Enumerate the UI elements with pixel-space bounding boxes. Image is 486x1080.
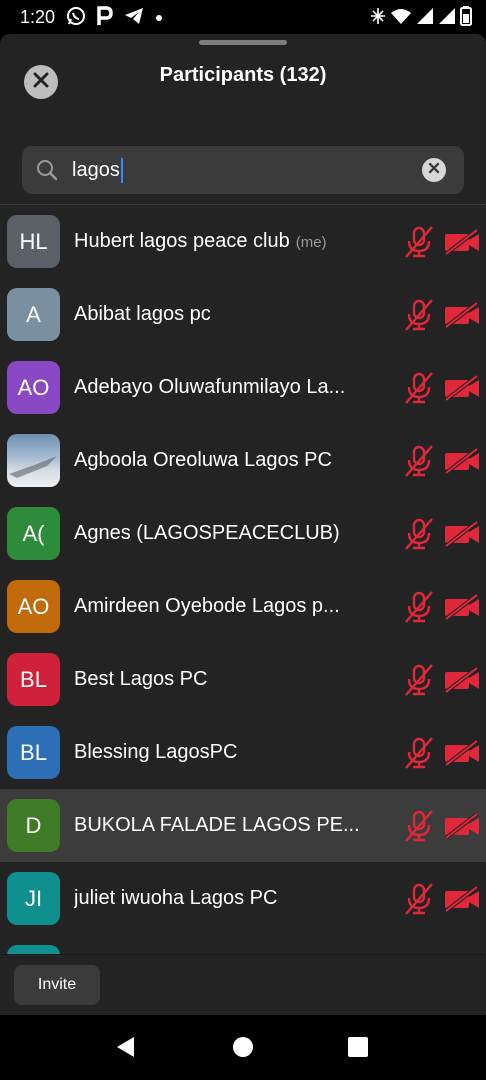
mic-muted-icon[interactable] [402, 663, 436, 697]
participant-name-text: Best Lagos PC [74, 668, 208, 690]
search-input[interactable]: lagos [72, 146, 402, 194]
video-off-icon[interactable] [444, 594, 480, 620]
avatar: D [7, 799, 60, 852]
participant-name: BUKOLA FALADE LAGOS PE... [74, 789, 360, 862]
participant-row[interactable]: AO Adebayo Oluwafunmilayo La... [0, 351, 486, 424]
mic-muted-icon[interactable] [402, 809, 436, 843]
participant-name: Hubert lagos peace club (me) [74, 205, 327, 278]
me-tag: (me) [295, 234, 327, 251]
p-app-icon [96, 6, 114, 31]
avatar: HL [7, 215, 60, 268]
back-icon[interactable] [114, 1035, 136, 1064]
alarm-icon [370, 7, 386, 30]
recents-icon[interactable] [347, 1035, 369, 1064]
participant-name-text: Amirdeen Oyebode Lagos p... [74, 595, 340, 617]
mic-muted-icon[interactable] [402, 298, 436, 332]
wifi-icon [390, 7, 412, 30]
avatar-initials: A( [22, 520, 45, 546]
mic-muted-icon[interactable] [402, 882, 436, 916]
avatar: A [7, 288, 60, 341]
participant-row[interactable]: A( Agnes (LAGOSPEACECLUB) [0, 497, 486, 570]
avatar-initials: A [26, 301, 41, 327]
clear-icon [428, 161, 440, 179]
search-box[interactable]: lagos [22, 146, 464, 194]
clear-search-button[interactable] [422, 158, 446, 182]
avatar-initials: BL [20, 739, 47, 765]
participant-row[interactable]: Agboola Oreoluwa Lagos PC [0, 424, 486, 497]
avatar-initials: AO [17, 593, 50, 619]
signal-icon [438, 7, 456, 30]
drag-handle[interactable] [199, 40, 287, 45]
dot-icon [154, 10, 164, 28]
search-icon [36, 159, 58, 186]
avatar-initials: AO [17, 374, 50, 400]
mic-muted-icon[interactable] [402, 225, 436, 259]
status-bar: 1:20 [0, 0, 486, 34]
video-off-icon[interactable] [444, 302, 480, 328]
participant-row[interactable]: JI juliet iwuoha Lagos PC [0, 862, 486, 935]
mic-muted-icon[interactable] [402, 517, 436, 551]
avatar-initials: BL [20, 666, 47, 692]
participant-row[interactable]: AO Amirdeen Oyebode Lagos p... [0, 570, 486, 643]
participant-row[interactable]: HL Hubert lagos peace club (me) [0, 205, 486, 278]
mic-muted-icon[interactable] [402, 371, 436, 405]
video-off-icon[interactable] [444, 667, 480, 693]
participant-name: Agboola Oreoluwa Lagos PC [74, 424, 332, 497]
avatar: A( [7, 507, 60, 560]
avatar [7, 434, 60, 487]
video-off-icon[interactable] [444, 375, 480, 401]
participant-name-text: Blessing LagosPC [74, 741, 238, 763]
participant-name: Adebayo Oluwafunmilayo La... [74, 351, 345, 424]
avatar-initials: D [25, 812, 42, 838]
participant-name: Agnes (LAGOSPEACECLUB) [74, 497, 340, 570]
invite-button[interactable]: Invite [14, 965, 100, 1005]
video-off-icon[interactable] [444, 521, 480, 547]
participants-sheet: Participants (132) lagos HL Hubert lagos … [0, 34, 486, 1015]
whatsapp-icon [66, 6, 86, 31]
bottom-bar: Invite [0, 954, 486, 1015]
avatar: JI [7, 872, 60, 925]
navigation-bar [0, 1015, 486, 1080]
avatar-initials: JI [24, 885, 43, 911]
participant-name-text: Adebayo Oluwafunmilayo La... [74, 376, 346, 398]
avatar: BL [7, 653, 60, 706]
participant-row[interactable] [0, 935, 486, 955]
participant-row[interactable]: BL Best Lagos PC [0, 643, 486, 716]
mic-muted-icon[interactable] [402, 444, 436, 478]
video-off-icon[interactable] [444, 740, 480, 766]
page-title: Participants (132) [159, 64, 327, 86]
participant-name-text: Agboola Oreoluwa Lagos PC [74, 449, 332, 471]
signal-icon [416, 7, 434, 30]
participant-name-text: juliet iwuoha Lagos PC [74, 887, 278, 909]
video-off-icon[interactable] [444, 229, 480, 255]
video-off-icon[interactable] [444, 448, 480, 474]
participant-row[interactable]: A Abibat lagos pc [0, 278, 486, 351]
avatar: BL [7, 726, 60, 779]
participant-name: Abibat lagos pc [74, 278, 211, 351]
participant-name: Best Lagos PC [74, 643, 207, 716]
participant-name-text: Abibat lagos pc [74, 303, 211, 325]
video-off-icon[interactable] [444, 813, 480, 839]
telegram-icon [124, 7, 144, 30]
avatar: AO [7, 361, 60, 414]
avatar-initials: HL [19, 228, 48, 254]
mic-muted-icon[interactable] [402, 736, 436, 770]
battery-icon [460, 6, 472, 31]
participants-list[interactable]: HL Hubert lagos peace club (me) A Abibat lag… [0, 205, 486, 955]
participant-name-text: BUKOLA FALADE LAGOS PE... [74, 814, 360, 836]
text-cursor [120, 158, 123, 184]
participant-name-text: Agnes (LAGOSPEACECLUB) [74, 522, 340, 544]
participant-row[interactable]: BL Blessing LagosPC [0, 716, 486, 789]
participant-name: Amirdeen Oyebode Lagos p... [74, 570, 340, 643]
status-time: 1:20 [20, 7, 56, 27]
home-icon[interactable] [232, 1035, 254, 1064]
search-value: lagos [72, 159, 120, 181]
mic-muted-icon[interactable] [402, 590, 436, 624]
participant-name: juliet iwuoha Lagos PC [74, 862, 277, 935]
participant-row[interactable]: D BUKOLA FALADE LAGOS PE... [0, 789, 486, 862]
avatar: AO [7, 580, 60, 633]
participant-name: Blessing LagosPC [74, 716, 237, 789]
video-off-icon[interactable] [444, 886, 480, 912]
participant-name-text: Hubert lagos peace club [74, 230, 290, 252]
